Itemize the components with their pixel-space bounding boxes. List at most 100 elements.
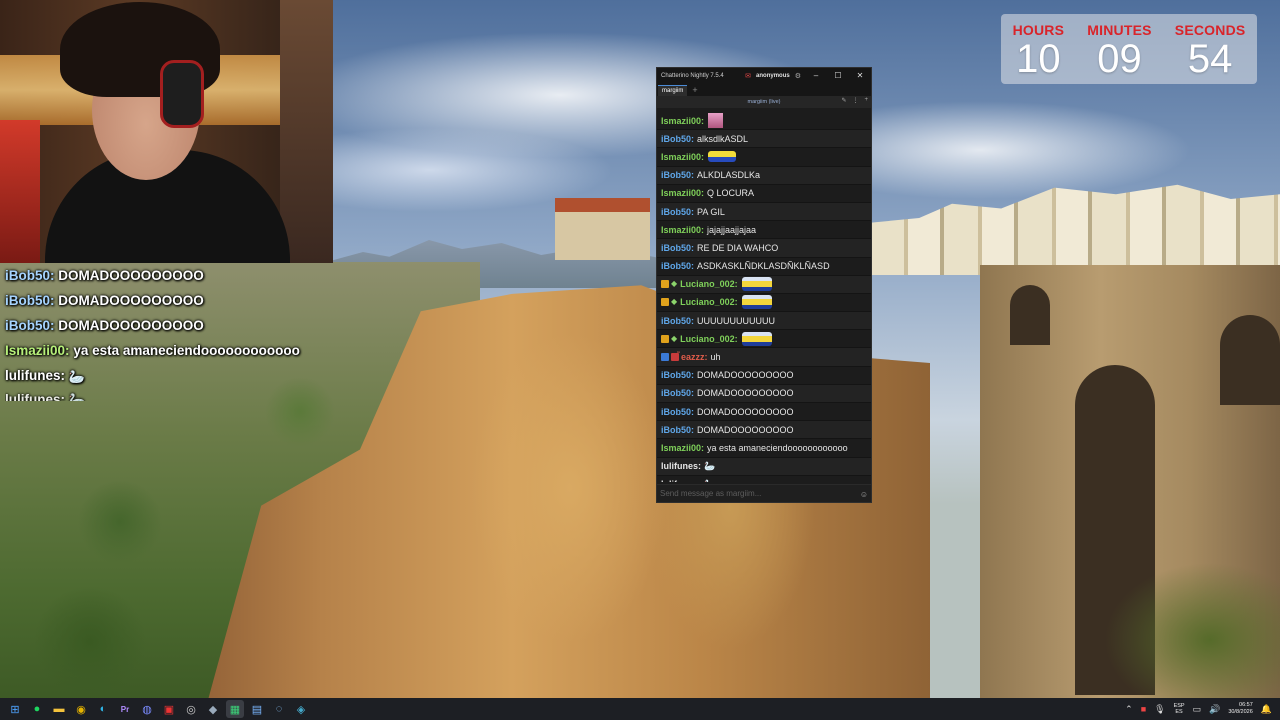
chat-username[interactable]: iBob50: (661, 207, 694, 217)
discord-icon[interactable]: ◍ (138, 700, 156, 718)
volume-icon[interactable]: 🔊 (1209, 704, 1220, 715)
chat-message[interactable]: ◆ Luciano_002: (657, 293, 871, 313)
chat-username[interactable]: iBob50: (661, 134, 694, 144)
chat-message[interactable]: iBob50: RE DE DIA WAHCO (657, 239, 871, 258)
message-input[interactable]: Send message as margiim... (657, 484, 871, 502)
browser-icon[interactable]: ◌ (270, 700, 288, 718)
chat-username[interactable]: lulifunes: (661, 461, 701, 471)
chat-message-text: alksdlkASDL (697, 133, 749, 144)
steam-icon[interactable]: ◆ (204, 700, 222, 718)
app-icon[interactable]: ▣ (160, 700, 178, 718)
edge-icon[interactable]: ◐ (94, 700, 112, 718)
verified-badge-icon[interactable]: ◆ (671, 334, 677, 343)
window-titlebar[interactable]: Chatterino Nightly 7.5.4 ✉ anonymous ⚙ –… (657, 68, 871, 83)
maximize-button[interactable]: ☐ (827, 71, 849, 80)
network-icon[interactable]: ▭ (1193, 704, 1202, 715)
bigcar-emote-icon[interactable] (741, 277, 772, 292)
chat-message[interactable]: iBob50: alksdlkASDL (657, 130, 871, 149)
blue-badge-icon[interactable] (661, 353, 669, 362)
gmail-icon[interactable]: ✉ (745, 72, 751, 80)
chat-username[interactable]: Ismazii00: (661, 152, 704, 162)
bigcar-emote-icon[interactable] (741, 331, 772, 346)
chat-message[interactable]: Ismazii00: ya esta amaneciendoooooooooooo (657, 439, 871, 458)
chat-message[interactable]: iBob50: UUUUUUUUUUUU (657, 312, 871, 331)
tray-app-icon[interactable]: ■ (1141, 704, 1146, 714)
chat-username[interactable]: Ismazii00: (661, 225, 704, 235)
chat-message-list[interactable]: Ismazii00: iBob50: alksdlkASDL Ismazii00: iB… (657, 112, 871, 482)
spotify-icon[interactable]: ● (28, 700, 46, 718)
chat-message[interactable]: iBob50: PA GIL (657, 202, 871, 222)
chat-username[interactable]: Ismazii00: (661, 188, 704, 198)
chat-username[interactable]: lulifunes: (661, 479, 701, 482)
chat-message[interactable]: Ismazii00: (657, 112, 871, 131)
tab-margiim[interactable]: margiim (658, 85, 688, 96)
system-clock[interactable]: 06:57 30/8/2026 (1228, 702, 1252, 716)
chat-message[interactable]: iBob50: ALKDLASDLKa (657, 166, 871, 185)
chat-username[interactable]: iBob50: (661, 425, 694, 435)
gold-badge-icon[interactable] (661, 298, 669, 307)
chat-username[interactable]: iBob50: (661, 170, 694, 180)
notification-bell-icon[interactable]: 🔔 (1261, 704, 1272, 715)
car-emote-icon[interactable] (708, 151, 737, 163)
chatterino-window[interactable]: Chatterino Nightly 7.5.4 ✉ anonymous ⚙ –… (656, 67, 872, 503)
chat-username[interactable]: iBob50: (661, 316, 694, 326)
chat-username[interactable]: iBob50: (661, 388, 694, 398)
premiere-icon[interactable]: Pr (116, 700, 134, 718)
chat-username[interactable]: Luciano_002: (680, 279, 738, 289)
minimize-button[interactable]: – (805, 71, 827, 80)
chrome-icon[interactable]: ◉ (72, 700, 90, 718)
chat-username[interactable]: ̃eazzz: (681, 352, 708, 362)
chat-message[interactable]: iBob50: DOMADOOOOOOOOO (657, 421, 871, 440)
chat-username[interactable]: iBob50: (661, 261, 694, 271)
wallpaper-house (555, 198, 650, 260)
chat-username[interactable]: iBob50: (661, 407, 694, 417)
verified-badge-icon[interactable]: ◆ (671, 298, 677, 306)
chat-message[interactable]: lulifunes:🦢 (657, 457, 871, 476)
chat-username[interactable]: Luciano_002: (680, 297, 738, 307)
chat-username[interactable]: Ismazii00: (661, 116, 704, 126)
chat-message[interactable]: iBob50: DOMADOOOOOOOOO (657, 403, 871, 422)
language-indicator[interactable]: ESP ES (1174, 703, 1185, 715)
red-badge-icon[interactable] (671, 353, 679, 362)
add-tab-button[interactable]: + (692, 84, 697, 96)
chat-message[interactable]: iBob50: DOMADOOOOOOOOO (657, 384, 871, 403)
chat-message[interactable]: lulifunes:🦢 (657, 475, 871, 482)
microphone-icon[interactable]: 🎙 (1154, 704, 1165, 715)
chat-username[interactable]: iBob50: (661, 370, 694, 380)
gold-badge-icon[interactable] (661, 334, 669, 343)
chat-message[interactable]: Ismazii00: jajajjaajjajaa (657, 221, 871, 240)
chat-message[interactable]: iBob50: ASDKASKLÑDKLASDÑKLÑASD (657, 257, 871, 276)
chat-app-icon[interactable]: ◈ (292, 700, 310, 718)
chatterino-taskbar-icon[interactable]: ▦ (226, 700, 244, 718)
chat-message[interactable]: ̃eazzz: uh (657, 348, 871, 367)
chat-username[interactable]: Ismazii00: (661, 443, 704, 453)
chat-username[interactable]: iBob50: (661, 243, 694, 253)
more-options-icon[interactable]: ⋮ (852, 97, 858, 104)
chat-message[interactable]: ◆ Luciano_002: (657, 275, 871, 294)
settings-gear-icon[interactable]: ⚙ (795, 72, 801, 80)
notepad-icon[interactable]: ▤ (248, 700, 266, 718)
pink-emote-icon[interactable] (708, 113, 724, 129)
chat-message[interactable]: ◆ Luciano_002: (657, 330, 871, 349)
goose-emote-icon[interactable]: 🦢 (704, 479, 715, 482)
file-explorer-icon[interactable]: ▬ (50, 700, 68, 718)
edit-icon[interactable]: ✎ (841, 97, 846, 104)
chat-message-text: jajajjaajjajaa (707, 224, 757, 235)
close-button[interactable]: ✕ (849, 71, 871, 80)
chat-message-text: uh (710, 352, 721, 363)
obs-icon[interactable]: ◎ (182, 700, 200, 718)
goose-emote-icon[interactable]: 🦢 (704, 461, 715, 472)
chat-message[interactable]: Ismazii00: (657, 148, 871, 167)
chat-username[interactable]: Luciano_002: (680, 334, 738, 344)
emote-picker-icon[interactable]: ☺ (860, 490, 868, 499)
split-header[interactable]: margiim (live) ✎ ⋮ + (657, 96, 871, 108)
chat-message[interactable]: Ismazii00: Q LOCURA (657, 184, 871, 203)
windows-start-icon[interactable]: ⊞ (6, 700, 24, 718)
verified-badge-icon[interactable]: ◆ (671, 280, 677, 288)
gold-badge-icon[interactable] (661, 280, 669, 289)
bigcar-emote-icon[interactable] (741, 295, 772, 310)
account-switcher[interactable]: anonymous (756, 73, 790, 79)
add-split-icon[interactable]: + (864, 97, 868, 104)
chat-message[interactable]: iBob50: DOMADOOOOOOOOO (657, 366, 871, 385)
chevron-up-icon[interactable]: ⌃ (1125, 704, 1133, 715)
